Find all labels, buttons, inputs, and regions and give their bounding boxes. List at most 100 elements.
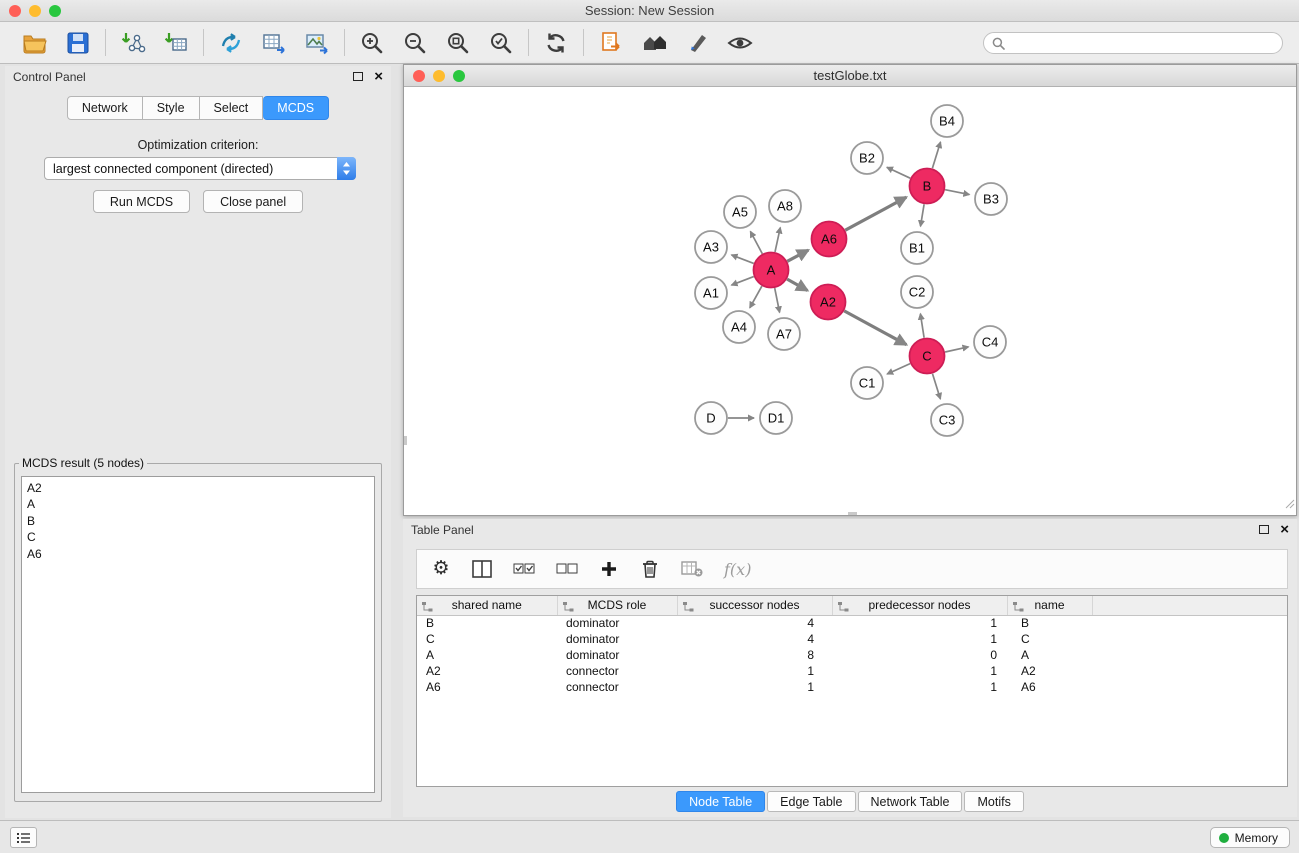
tab-node-table[interactable]: Node Table — [676, 791, 765, 812]
mcds-result-item[interactable]: A — [27, 496, 369, 512]
open-file-icon[interactable] — [21, 29, 49, 57]
style-pen-icon[interactable] — [683, 29, 711, 57]
close-panel-button[interactable]: Close panel — [203, 190, 303, 213]
zoom-selected-icon[interactable] — [487, 29, 515, 57]
graph-edge-C-C3[interactable] — [933, 374, 941, 399]
network-canvas[interactable]: B4B2BB3A8A5A6A3B1AA1C2A2A4A7C4CC1DD1C3 — [404, 87, 1296, 515]
mcds-result-list[interactable]: A2ABCA6 — [21, 476, 375, 793]
show-details-eye-icon[interactable] — [726, 29, 754, 57]
close-panel-icon[interactable]: × — [1280, 524, 1289, 535]
graph-node-A7[interactable]: A7 — [768, 318, 800, 350]
refresh-icon[interactable] — [542, 29, 570, 57]
memory-button[interactable]: Memory — [1210, 827, 1290, 848]
graph-node-A5[interactable]: A5 — [724, 196, 756, 228]
graph-node-B2[interactable]: B2 — [851, 142, 883, 174]
column-header-shared-name[interactable]: shared name — [417, 596, 557, 615]
column-header-predecessor-nodes[interactable]: predecessor nodes — [832, 596, 1007, 615]
export-image-icon[interactable] — [303, 29, 331, 57]
graph-edge-B-B3[interactable] — [945, 190, 969, 195]
table-row[interactable]: A2connector11A2 — [417, 663, 1287, 679]
add-row-plus-icon[interactable] — [599, 561, 619, 577]
graph-edge-A-A2[interactable] — [787, 279, 807, 290]
import-network-icon[interactable] — [119, 29, 147, 57]
graph-node-A2[interactable]: A2 — [811, 285, 846, 320]
graph-edge-B-B2[interactable] — [887, 167, 910, 178]
export-table-icon[interactable] — [260, 29, 288, 57]
graph-edge-A2-C[interactable] — [844, 311, 906, 345]
graph-node-B[interactable]: B — [910, 169, 945, 204]
delete-trash-icon[interactable] — [640, 560, 660, 578]
tab-style[interactable]: Style — [143, 96, 200, 120]
graph-edge-A-A4[interactable] — [750, 286, 762, 308]
task-history-button[interactable] — [10, 827, 37, 848]
criterion-dropdown[interactable]: largest connected component (directed) — [44, 157, 356, 180]
column-header-mcds-role[interactable]: MCDS role — [557, 596, 677, 615]
float-panel-icon[interactable] — [353, 72, 363, 81]
tab-network[interactable]: Network — [67, 96, 143, 120]
graph-edge-A-A3[interactable] — [732, 255, 754, 264]
graph-node-A4[interactable]: A4 — [723, 311, 755, 343]
mcds-result-item[interactable]: C — [27, 529, 369, 545]
graph-node-D1[interactable]: D1 — [760, 402, 792, 434]
select-all-icon[interactable] — [513, 563, 535, 575]
graph-node-B1[interactable]: B1 — [901, 232, 933, 264]
table-row[interactable]: A6connector11A6 — [417, 679, 1287, 695]
network-close-icon[interactable] — [413, 70, 425, 82]
close-panel-icon[interactable]: × — [374, 71, 383, 82]
network-minimize-icon[interactable] — [433, 70, 445, 82]
graph-node-A3[interactable]: A3 — [695, 231, 727, 263]
deselect-all-icon[interactable] — [556, 563, 578, 575]
float-panel-icon[interactable] — [1259, 525, 1269, 534]
zoom-fit-icon[interactable] — [444, 29, 472, 57]
graph-node-C4[interactable]: C4 — [974, 326, 1006, 358]
column-header-successor-nodes[interactable]: successor nodes — [677, 596, 832, 615]
graph-node-A8[interactable]: A8 — [769, 190, 801, 222]
tab-motifs[interactable]: Motifs — [964, 791, 1023, 812]
zoom-out-icon[interactable] — [401, 29, 429, 57]
network-overview-icon[interactable] — [640, 29, 668, 57]
resize-grip[interactable] — [1285, 496, 1295, 514]
graph-node-A[interactable]: A — [754, 253, 789, 288]
save-session-icon[interactable] — [64, 29, 92, 57]
graph-edge-C-C1[interactable] — [887, 364, 910, 374]
table-settings-gear-icon[interactable]: ⚙ — [431, 559, 451, 579]
graph-edge-C-C4[interactable] — [945, 347, 968, 352]
mcds-result-item[interactable]: A6 — [27, 546, 369, 562]
tab-edge-table[interactable]: Edge Table — [767, 791, 855, 812]
graph-edge-A-A8[interactable] — [775, 228, 780, 252]
graph-node-B4[interactable]: B4 — [931, 105, 963, 137]
graph-node-A1[interactable]: A1 — [695, 277, 727, 309]
graph-node-C2[interactable]: C2 — [901, 276, 933, 308]
graph-edge-A-A6[interactable] — [787, 250, 808, 261]
search-input[interactable] — [983, 32, 1283, 54]
mcds-result-item[interactable]: B — [27, 513, 369, 529]
tab-select[interactable]: Select — [200, 96, 264, 120]
graph-edge-C-C2[interactable] — [920, 314, 924, 338]
delete-table-icon[interactable] — [681, 561, 703, 577]
graph-node-C3[interactable]: C3 — [931, 404, 963, 436]
zoom-in-icon[interactable] — [358, 29, 386, 57]
column-header-name[interactable]: name — [1007, 596, 1092, 615]
tab-network-table[interactable]: Network Table — [858, 791, 963, 812]
graph-node-C1[interactable]: C1 — [851, 367, 883, 399]
network-window-titlebar[interactable]: testGlobe.txt — [404, 65, 1296, 87]
import-table-icon[interactable] — [162, 29, 190, 57]
graph-node-C[interactable]: C — [910, 339, 945, 374]
table-row[interactable]: Cdominator41C — [417, 631, 1287, 647]
show-columns-icon[interactable] — [472, 560, 492, 578]
run-mcds-button[interactable]: Run MCDS — [93, 190, 190, 213]
table-row[interactable]: Bdominator41B — [417, 615, 1287, 631]
function-builder-button[interactable]: f(x) — [724, 560, 751, 579]
graph-node-D[interactable]: D — [695, 402, 727, 434]
graph-edge-A-A1[interactable] — [732, 277, 754, 286]
graph-edge-B-B1[interactable] — [921, 204, 925, 226]
network-maximize-icon[interactable] — [453, 70, 465, 82]
first-neighbors-icon[interactable] — [217, 29, 245, 57]
graph-edge-A6-B[interactable] — [845, 197, 906, 230]
mcds-result-item[interactable]: A2 — [27, 480, 369, 496]
table-row[interactable]: Adominator80A — [417, 647, 1287, 663]
graph-node-B3[interactable]: B3 — [975, 183, 1007, 215]
export-network-icon[interactable] — [597, 29, 625, 57]
graph-edge-A-A7[interactable] — [775, 288, 780, 312]
graph-edge-B-B4[interactable] — [932, 142, 940, 168]
